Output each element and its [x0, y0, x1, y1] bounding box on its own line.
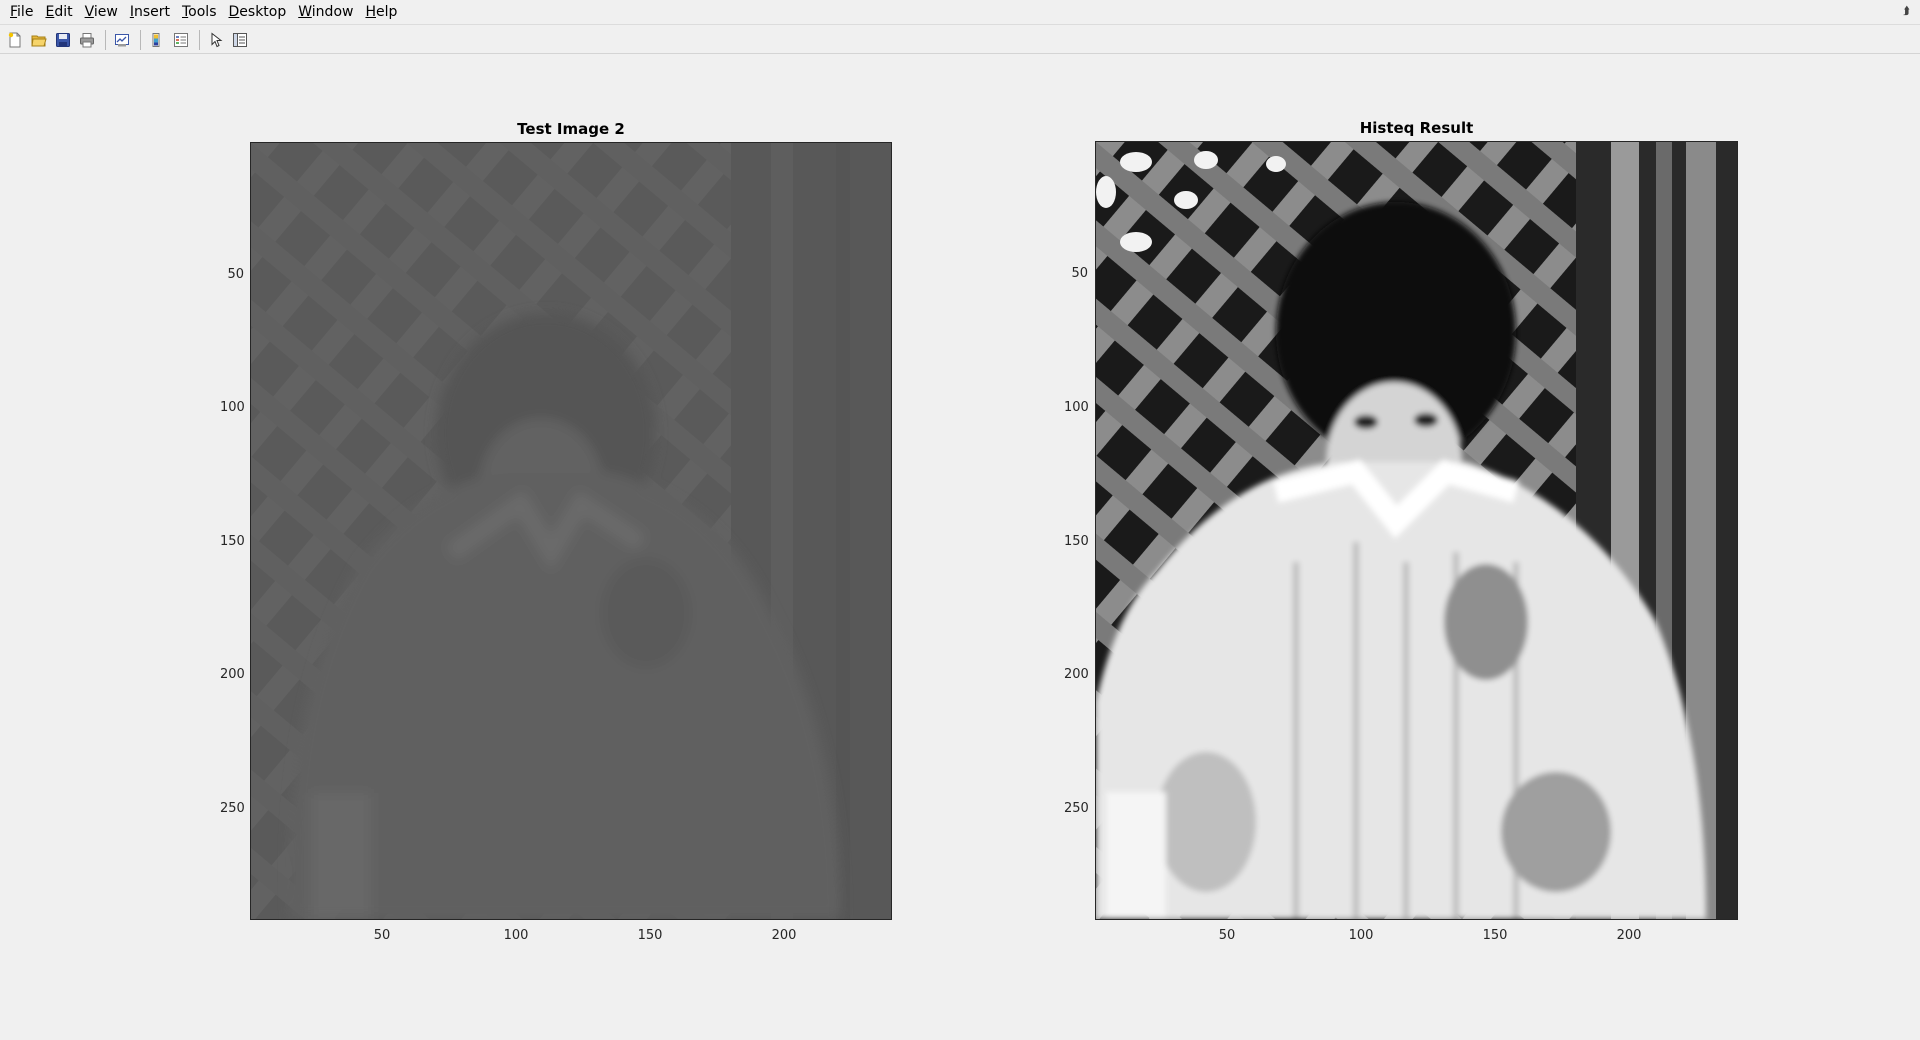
- menu-help[interactable]: Help: [359, 0, 403, 25]
- legend-icon[interactable]: [170, 29, 192, 51]
- x-tick-label: 100: [503, 928, 529, 943]
- toolbar-separator: [105, 29, 106, 50]
- menu-insert-label: nsert: [133, 3, 170, 20]
- menu-file-mnemonic: F: [10, 3, 18, 20]
- menu-file[interactable]: File: [4, 0, 39, 25]
- axes-title-left: Test Image 2: [517, 120, 625, 138]
- menu-view-mnemonic: V: [84, 3, 94, 20]
- image-axes-right[interactable]: [1095, 141, 1738, 920]
- y-tick-label: 250: [220, 801, 245, 816]
- toolbar-separator: [140, 29, 141, 50]
- y-tick-label: 50: [227, 267, 244, 282]
- menu-edit-label: dit: [54, 3, 73, 20]
- x-tick-label: 50: [373, 928, 391, 943]
- y-tick-label: 250: [1064, 801, 1089, 816]
- menu-view-label: iew: [93, 3, 118, 20]
- menu-bar: File Edit View Insert Tools Desktop Wind…: [0, 0, 1920, 25]
- menu-edit-mnemonic: E: [45, 3, 55, 20]
- figure-toolbar: [0, 26, 1920, 54]
- y-tick-label: 200: [220, 667, 245, 682]
- menu-desktop-mnemonic: D: [228, 3, 240, 20]
- colorbar-icon[interactable]: [146, 29, 168, 51]
- print-icon[interactable]: [76, 29, 98, 51]
- y-tick-label: 100: [220, 400, 245, 415]
- menu-desktop-label: esktop: [239, 3, 287, 20]
- histeq-result-image: [1096, 142, 1737, 919]
- menu-tools[interactable]: Tools: [176, 0, 223, 25]
- toolbar-separator: [199, 29, 200, 50]
- y-tick-label: 100: [1064, 400, 1089, 415]
- y-tick-label: 200: [1064, 667, 1089, 682]
- test-image-2: [251, 143, 891, 919]
- menu-tools-label: ools: [188, 3, 217, 20]
- save-icon[interactable]: [52, 29, 74, 51]
- open-file-icon[interactable]: [28, 29, 50, 51]
- figure-canvas: Test Image 2 50 100 150 200 250 50 100 1…: [0, 55, 1920, 1040]
- menu-help-mnemonic: H: [365, 3, 376, 20]
- menu-window-label: indow: [311, 3, 354, 20]
- menu-desktop[interactable]: Desktop: [223, 0, 293, 25]
- dock-arrow-icon[interactable]: ⮭: [1903, 4, 1910, 18]
- link-plot-icon[interactable]: [111, 29, 133, 51]
- new-figure-icon[interactable]: [4, 29, 26, 51]
- x-tick-label: 50: [1218, 928, 1236, 943]
- x-tick-label: 150: [1482, 928, 1508, 943]
- y-tick-label: 50: [1071, 266, 1088, 281]
- y-tick-label: 150: [220, 534, 245, 549]
- property-inspector-icon[interactable]: [229, 29, 251, 51]
- menu-edit[interactable]: Edit: [39, 0, 78, 25]
- menu-window[interactable]: Window: [292, 0, 359, 25]
- x-tick-label: 100: [1348, 928, 1374, 943]
- x-tick-label: 200: [771, 928, 797, 943]
- menu-file-label: ile: [17, 3, 34, 20]
- menu-help-label: elp: [376, 3, 398, 20]
- image-axes-left[interactable]: [250, 142, 892, 920]
- menu-insert[interactable]: Insert: [124, 0, 176, 25]
- x-tick-label: 150: [637, 928, 663, 943]
- y-tick-label: 150: [1064, 534, 1089, 549]
- x-tick-label: 200: [1616, 928, 1642, 943]
- menu-window-mnemonic: W: [298, 3, 312, 20]
- edit-plot-icon[interactable]: [205, 29, 227, 51]
- axes-title-right: Histeq Result: [1359, 119, 1474, 137]
- menu-view[interactable]: View: [79, 0, 124, 25]
